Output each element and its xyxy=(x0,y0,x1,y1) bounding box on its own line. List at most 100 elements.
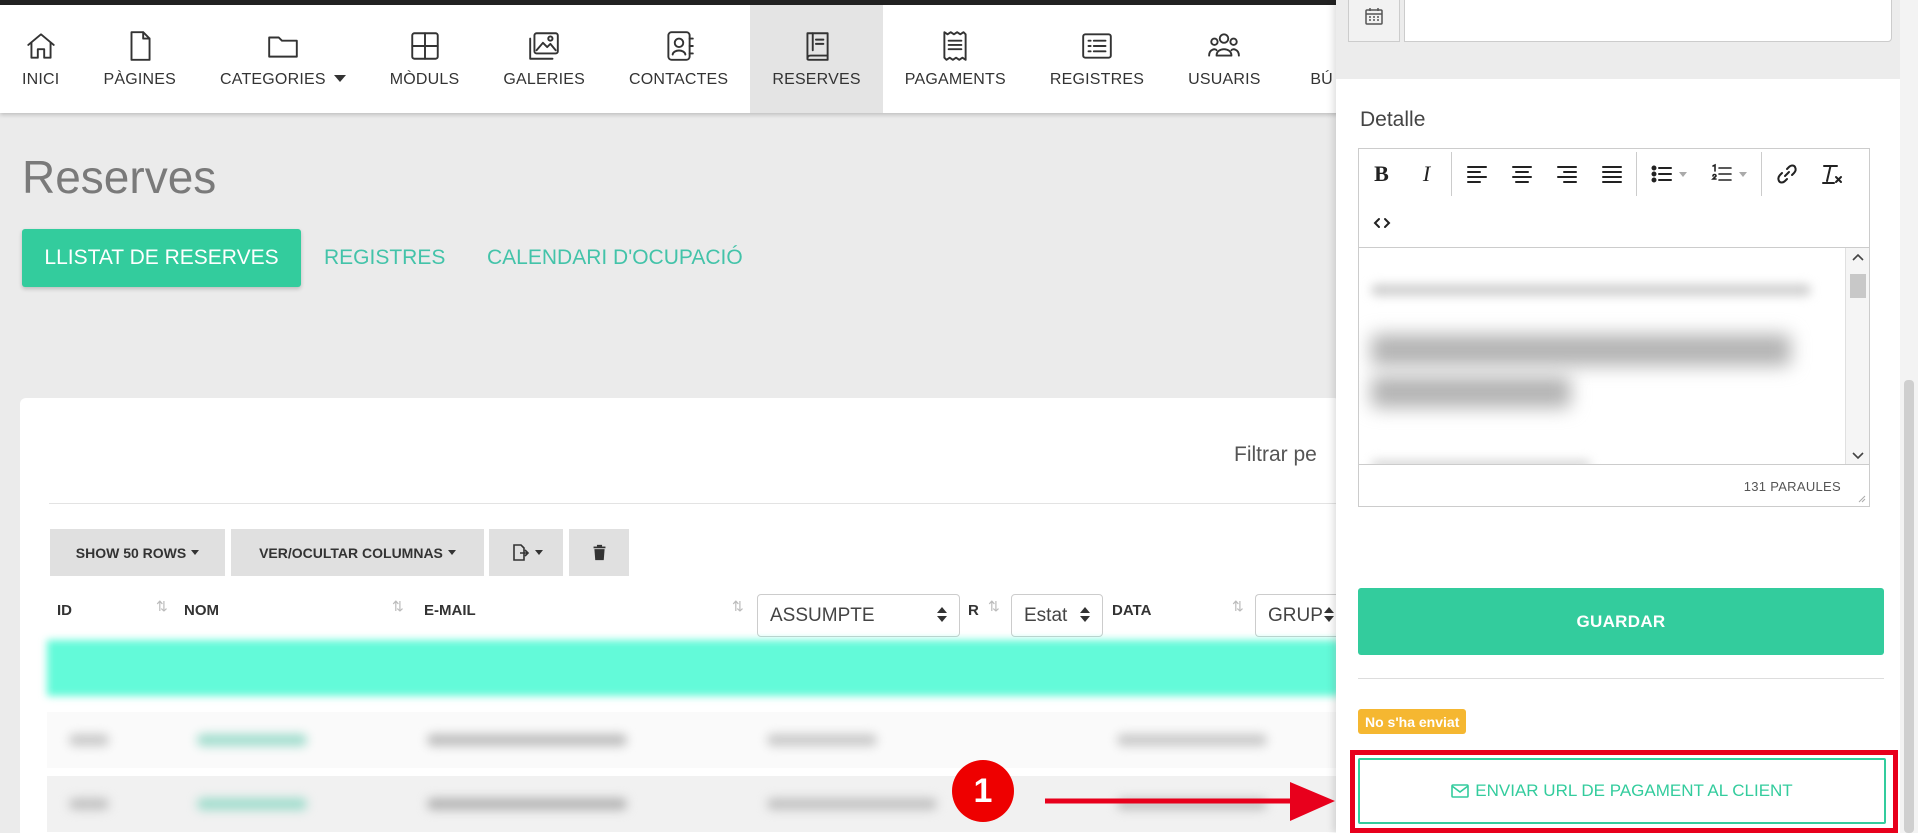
annotation-arrow-icon xyxy=(1045,782,1335,821)
nav-label: USUARIS xyxy=(1188,71,1261,88)
export-button[interactable] xyxy=(489,529,563,576)
panel-top-section xyxy=(1336,0,1900,79)
nav-label: PÀGINES xyxy=(103,71,176,88)
show-rows-label: SHOW 50 ROWS xyxy=(75,544,187,561)
blurred-cell xyxy=(767,798,937,810)
editor-footer-divider xyxy=(1359,464,1869,465)
status-badge: No s'ha enviat xyxy=(1358,709,1467,734)
italic-button[interactable]: I xyxy=(1404,149,1449,199)
nav-item-pagaments[interactable]: PAGAMENTS xyxy=(883,5,1028,113)
nav-label: INICI xyxy=(22,71,60,88)
editor-scroll-thumb[interactable] xyxy=(1850,274,1866,298)
align-right-icon xyxy=(1556,166,1577,183)
nav-item-inici[interactable]: INICI xyxy=(0,5,81,113)
table-row[interactable] xyxy=(47,640,1340,696)
clear-format-button[interactable] xyxy=(1809,149,1854,199)
detalle-label: Detalle xyxy=(1360,108,1426,131)
nav-item-reserves[interactable]: RESERVES xyxy=(750,5,883,113)
date-input[interactable] xyxy=(1404,0,1892,42)
select-arrows-icon xyxy=(1324,607,1334,622)
toggle-columns-button[interactable]: VER/OCULTAR COLUMNAS xyxy=(231,529,484,576)
table-row[interactable] xyxy=(47,712,1340,768)
gallery-icon xyxy=(529,32,559,60)
chevron-down-icon xyxy=(534,550,543,555)
column-header-nom[interactable]: NOM xyxy=(184,602,219,619)
blurred-cell xyxy=(767,734,877,746)
nav-item-pagines[interactable]: PÀGINES xyxy=(81,5,198,113)
show-rows-button[interactable]: SHOW 50 ROWS xyxy=(50,529,225,576)
date-picker-button[interactable] xyxy=(1348,0,1400,42)
nav-item-registres[interactable]: REGISTRES xyxy=(1028,5,1166,113)
select-arrows-icon xyxy=(937,607,947,622)
link-icon xyxy=(1776,164,1797,184)
nav-label: MÒDULS xyxy=(389,71,460,88)
align-center-button[interactable] xyxy=(1499,149,1544,199)
nav-item-usuaris[interactable]: USUARIS xyxy=(1166,5,1283,113)
align-right-button[interactable] xyxy=(1544,149,1589,199)
sort-icon[interactable]: ⇅ xyxy=(732,598,744,615)
nav-item-categories[interactable]: CATEGORIES xyxy=(198,5,368,113)
blurred-cell xyxy=(69,798,109,810)
resize-handle-icon[interactable] xyxy=(1856,493,1866,503)
editor-scrollbar[interactable] xyxy=(1845,248,1869,464)
blurred-text xyxy=(1371,376,1571,408)
tab-calendari-ocupacio[interactable]: CALENDARI D'OCUPACIÓ xyxy=(487,229,743,287)
list-icon xyxy=(1082,33,1112,59)
column-header-r[interactable]: R xyxy=(968,602,979,619)
blurred-cell xyxy=(69,734,109,746)
delete-button[interactable] xyxy=(569,529,629,576)
nav-item-moduls[interactable]: MÒDULS xyxy=(368,5,482,113)
align-left-button[interactable] xyxy=(1454,149,1499,199)
scroll-up-icon[interactable] xyxy=(1846,248,1869,268)
envelope-icon xyxy=(1451,784,1470,798)
editor-toolbar-second-row xyxy=(1359,197,1404,247)
bullet-list-button[interactable] xyxy=(1639,149,1699,199)
toolbar-separator xyxy=(1636,152,1637,196)
source-code-button[interactable] xyxy=(1359,198,1404,248)
users-icon xyxy=(1208,33,1241,57)
editor-content[interactable] xyxy=(1359,247,1869,464)
blurred-cell xyxy=(427,734,627,746)
bold-button[interactable]: B xyxy=(1359,149,1404,199)
sort-icon[interactable]: ⇅ xyxy=(988,598,1000,615)
card-divider xyxy=(49,503,1340,504)
align-justify-button[interactable] xyxy=(1589,149,1634,199)
column-header-data[interactable]: DATA xyxy=(1112,602,1151,619)
page-scrollbar[interactable] xyxy=(1900,0,1918,833)
grup-filter-select[interactable]: GRUP xyxy=(1255,594,1340,637)
word-count: 131 PARAULES xyxy=(1743,479,1841,494)
assumpte-filter-select[interactable]: ASSUMPTE xyxy=(757,594,960,637)
sort-icon[interactable]: ⇅ xyxy=(1232,598,1244,615)
export-icon xyxy=(512,543,529,561)
tab-registres[interactable]: REGISTRES xyxy=(324,229,445,287)
save-button[interactable]: GUARDAR xyxy=(1358,588,1884,655)
calendar-icon xyxy=(1365,8,1383,25)
column-header-id[interactable]: ID xyxy=(57,602,72,619)
sort-icon[interactable]: ⇅ xyxy=(392,598,404,615)
nav-item-bu[interactable]: BÚ xyxy=(1283,5,1339,113)
blurred-cell xyxy=(197,798,307,810)
send-payment-url-button[interactable]: ENVIAR URL DE PAGAMENT AL CLIENT xyxy=(1358,758,1886,824)
panel-divider xyxy=(1358,678,1884,679)
nav-item-galeries[interactable]: GALERIES xyxy=(481,5,607,113)
page-scroll-thumb[interactable] xyxy=(1904,380,1914,833)
estat-filter-select[interactable]: Estat xyxy=(1011,594,1103,637)
page-title: Reserves xyxy=(22,151,217,203)
nav-label: CATEGORIES xyxy=(220,71,346,89)
filter-label: Filtrar pe xyxy=(1234,443,1317,466)
link-button[interactable] xyxy=(1764,149,1809,199)
blurred-text xyxy=(1371,334,1791,366)
assumpte-select-value: ASSUMPTE xyxy=(770,604,875,626)
grid-icon xyxy=(410,32,439,60)
blurred-cell xyxy=(1117,734,1267,746)
tab-llistat-de-reserves[interactable]: LLISTAT DE RESERVES xyxy=(22,229,301,287)
chevron-down-icon xyxy=(191,550,200,555)
scroll-down-icon[interactable] xyxy=(1846,445,1869,464)
numbered-list-button[interactable] xyxy=(1699,149,1759,199)
estat-select-value: Estat xyxy=(1024,604,1068,626)
nav-item-contactes[interactable]: CONTACTES xyxy=(607,5,750,113)
column-header-email[interactable]: E-MAIL xyxy=(424,602,476,619)
sort-icon[interactable]: ⇅ xyxy=(156,598,168,615)
editor-toolbar: B I xyxy=(1359,149,1854,199)
numbered-list-icon xyxy=(1711,163,1732,181)
